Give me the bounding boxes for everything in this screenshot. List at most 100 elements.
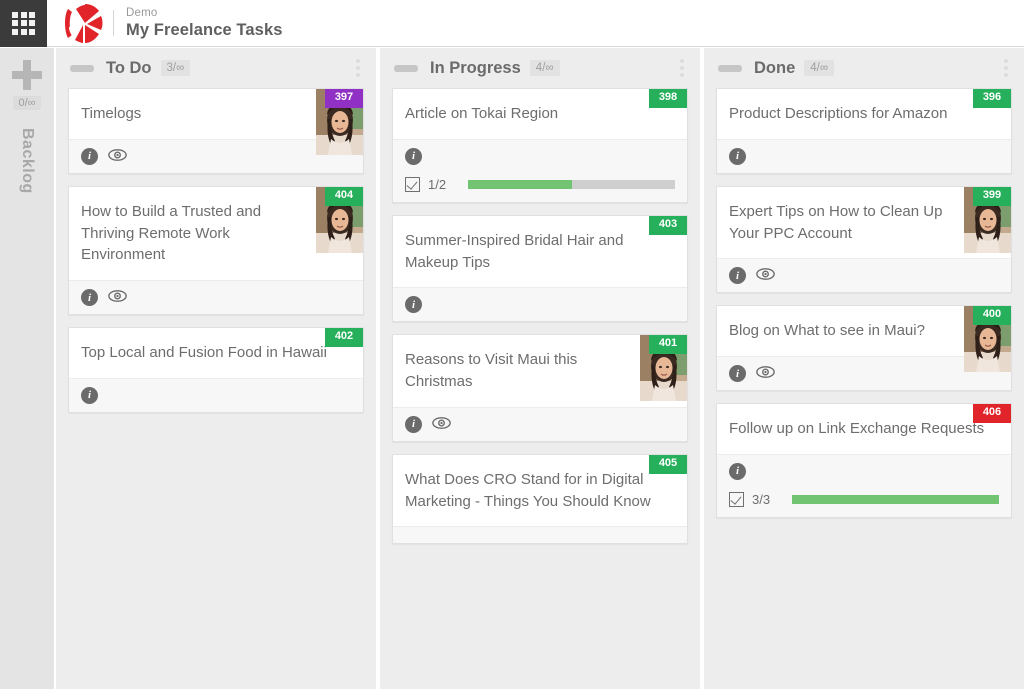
- task-card[interactable]: 403 Summer-Inspired Bridal Hair and Makeu…: [392, 214, 688, 323]
- info-icon[interactable]: i: [81, 386, 98, 404]
- column-in-progress: In Progress 4/∞ 398 Article on Tokai Region…: [380, 48, 700, 689]
- kebab-menu-icon[interactable]: [678, 57, 686, 79]
- column-body-in-progress: 398 Article on Tokai Region i 1/2 403 Summer-…: [380, 88, 700, 689]
- info-icon[interactable]: i: [405, 147, 422, 165]
- card-title: How to Build a Trusted and Thriving Remo…: [81, 202, 262, 264]
- info-icon[interactable]: i: [405, 296, 422, 314]
- column-header-in-progress: In Progress 4/∞: [380, 48, 700, 88]
- info-icon[interactable]: i: [81, 147, 98, 165]
- card-title: Timelogs: [81, 105, 142, 122]
- eye-icon[interactable]: [108, 289, 127, 306]
- card-footer: i: [393, 138, 687, 173]
- column-drag-handle[interactable]: [718, 64, 742, 72]
- column-title: In Progress: [430, 58, 521, 77]
- card-title: What Does CRO Stand for in Digital Marke…: [405, 470, 651, 510]
- apps-menu-button[interactable]: [0, 0, 47, 47]
- status-badge[interactable]: 396: [973, 89, 1011, 108]
- card-body: Top Local and Fusion Food in Hawaii: [69, 328, 363, 378]
- task-card[interactable]: 405 What Does CRO Stand for in Digital Ma…: [392, 453, 688, 545]
- apps-grid-icon: [12, 11, 35, 35]
- card-body: Follow up on Link Exchange Requests: [717, 404, 1011, 454]
- card-title: Expert Tips on How to Clean Up Your PPC …: [729, 202, 943, 242]
- card-footer: i: [393, 287, 687, 322]
- card-footer: i: [717, 258, 1011, 293]
- status-badge[interactable]: 402: [325, 328, 363, 347]
- column-count: 4/∞: [804, 60, 835, 76]
- kanban-board: To Do 3/∞ 397 Timelogs i 404 How to Build a Tr…: [56, 48, 1024, 689]
- column-title: Done: [754, 58, 796, 77]
- eye-icon[interactable]: [432, 416, 451, 433]
- card-footer: i: [69, 377, 363, 412]
- kebab-menu-icon[interactable]: [354, 57, 362, 79]
- task-card[interactable]: 400 Blog on What to see in Maui? i: [716, 305, 1012, 391]
- status-badge[interactable]: 404: [325, 186, 363, 206]
- checklist-progress: 1/2: [393, 172, 687, 202]
- progress-bar: [468, 179, 675, 189]
- card-title: Product Descriptions for Amazon: [729, 105, 948, 122]
- card-footer: [393, 526, 687, 544]
- eye-icon[interactable]: [108, 148, 127, 165]
- card-footer: i: [717, 453, 1011, 488]
- kanbanize-k-logo-icon[interactable]: [61, 0, 109, 47]
- card-title: Article on Tokai Region: [405, 105, 559, 122]
- info-icon[interactable]: i: [729, 365, 746, 382]
- task-card[interactable]: 399 Expert Tips on How to Clean Up Your P…: [716, 185, 1012, 294]
- card-body: Product Descriptions for Amazon: [717, 89, 1011, 139]
- column-count: 3/∞: [160, 60, 191, 76]
- task-card[interactable]: 402 Top Local and Fusion Food in Hawaii i: [68, 327, 364, 413]
- column-title: To Do: [106, 58, 152, 77]
- card-body: What Does CRO Stand for in Digital Marke…: [393, 455, 687, 527]
- status-badge[interactable]: 405: [649, 454, 687, 474]
- column-drag-handle[interactable]: [394, 64, 418, 72]
- status-badge[interactable]: 398: [649, 89, 687, 108]
- card-title: Top Local and Fusion Food in Hawaii: [81, 344, 327, 361]
- board-title-block: Demo My Freelance Tasks: [126, 7, 283, 39]
- checkbox-icon: [729, 491, 744, 507]
- task-card[interactable]: 406 Follow up on Link Exchange Requests i 3…: [716, 403, 1012, 518]
- task-card[interactable]: 398 Article on Tokai Region i 1/2: [392, 88, 688, 203]
- card-title: Summer-Inspired Bridal Hair and Makeup T…: [405, 231, 624, 271]
- status-badge[interactable]: 401: [649, 335, 687, 354]
- card-title: Blog on What to see in Maui?: [729, 322, 925, 340]
- backlog-label: Backlog: [19, 128, 36, 194]
- card-footer: i: [393, 406, 687, 441]
- checklist-progress: 3/3: [717, 487, 1011, 517]
- plus-icon[interactable]: [12, 60, 42, 90]
- info-icon[interactable]: i: [81, 289, 98, 306]
- eye-icon[interactable]: [756, 365, 775, 382]
- column-body-todo: 397 Timelogs i 404 How to Build a Trusted an…: [56, 88, 376, 689]
- column-done: Done 4/∞ 396 Product Descriptions for Amazo…: [704, 48, 1024, 689]
- task-card[interactable]: 401 Reasons to Visit Maui this Christmas i: [392, 334, 688, 442]
- backlog-count: 0/∞: [13, 96, 41, 110]
- info-icon[interactable]: i: [405, 415, 422, 433]
- page-title: My Freelance Tasks: [126, 20, 283, 39]
- status-badge[interactable]: 400: [973, 306, 1011, 325]
- task-card[interactable]: 404 How to Build a Trusted and Thriving R…: [68, 185, 364, 315]
- card-body: Article on Tokai Region: [393, 89, 687, 139]
- column-body-done: 396 Product Descriptions for Amazon i 399 Ex…: [704, 88, 1024, 689]
- task-card[interactable]: 396 Product Descriptions for Amazon i: [716, 88, 1012, 174]
- header-divider: [113, 10, 114, 36]
- top-bar: Demo My Freelance Tasks: [0, 0, 1024, 47]
- eye-icon[interactable]: [756, 267, 775, 284]
- kebab-menu-icon[interactable]: [1002, 57, 1010, 79]
- status-badge[interactable]: 397: [325, 89, 363, 108]
- task-card[interactable]: 397 Timelogs i: [68, 88, 364, 174]
- column-count: 4/∞: [529, 60, 560, 76]
- info-icon[interactable]: i: [729, 267, 746, 285]
- card-title: Reasons to Visit Maui this Christmas: [405, 351, 578, 390]
- card-body: Summer-Inspired Bridal Hair and Makeup T…: [393, 216, 687, 288]
- column-drag-handle[interactable]: [70, 64, 94, 72]
- card-footer: i: [69, 280, 363, 314]
- card-title: Follow up on Link Exchange Requests: [729, 420, 985, 437]
- info-icon[interactable]: i: [729, 147, 746, 165]
- checklist-count: 1/2: [428, 176, 447, 192]
- status-badge[interactable]: 399: [973, 186, 1011, 206]
- backlog-rail[interactable]: 0/∞ Backlog: [0, 48, 55, 689]
- checkbox-icon: [405, 176, 420, 192]
- card-footer: i: [717, 138, 1011, 173]
- status-badge[interactable]: 403: [649, 215, 687, 235]
- status-badge[interactable]: 406: [973, 404, 1011, 423]
- info-icon[interactable]: i: [729, 462, 746, 480]
- workspace-subtitle: Demo: [126, 7, 158, 20]
